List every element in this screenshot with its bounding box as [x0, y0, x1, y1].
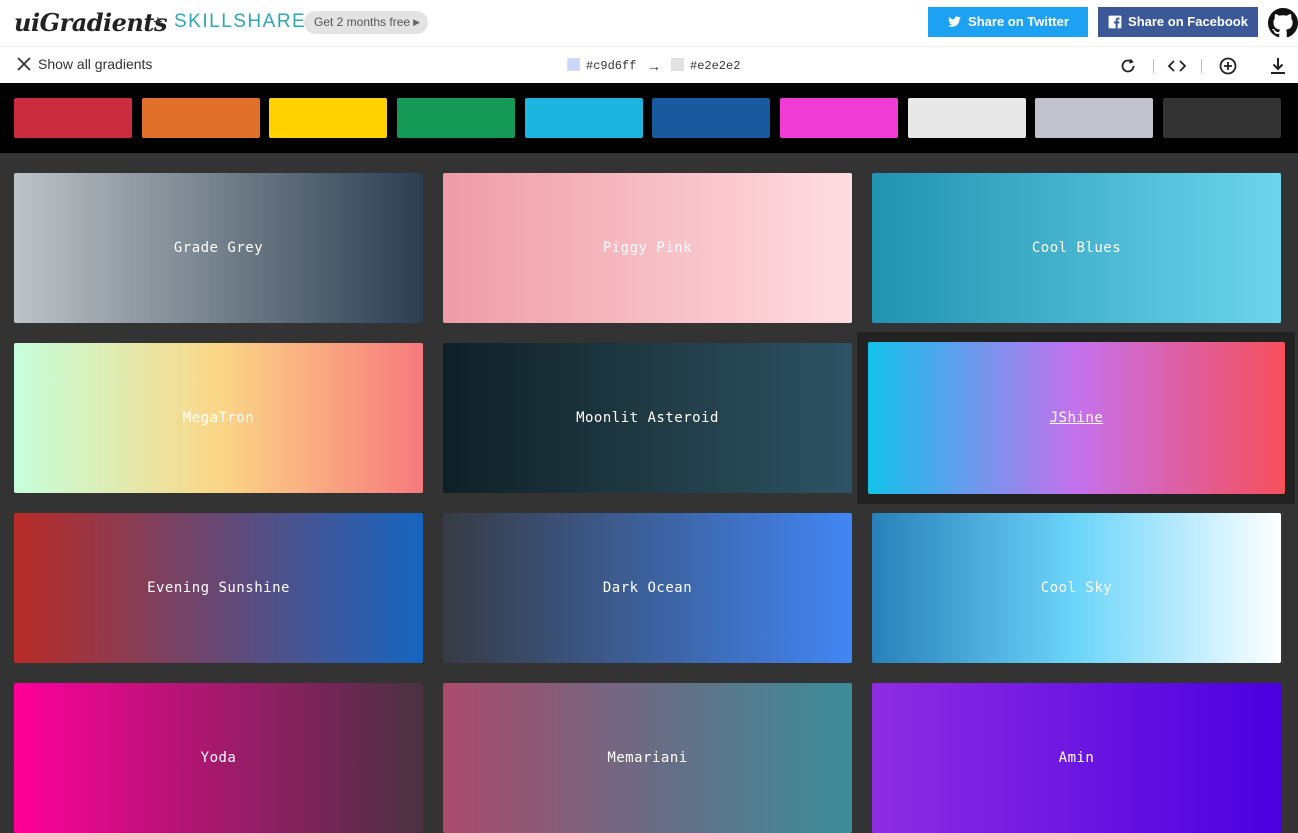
color-filter-palette	[0, 83, 1298, 153]
code-icon[interactable]	[1167, 56, 1187, 76]
github-icon[interactable]	[1268, 8, 1298, 38]
color-filter-swatch[interactable]	[525, 98, 643, 138]
color-from-swatch	[567, 58, 580, 71]
gradient-name: MegaTron	[182, 410, 255, 426]
gradient-card[interactable]: MegaTron	[14, 343, 423, 493]
gradient-name: Moonlit Asteroid	[576, 410, 719, 426]
gradient-name: Evening Sunshine	[147, 580, 290, 596]
color-to-hex[interactable]: #e2e2e2	[671, 58, 740, 73]
color-filter-swatch[interactable]	[142, 98, 260, 138]
gradient-name: Memariani	[607, 750, 688, 766]
gradient-name: Amin	[1058, 750, 1095, 766]
color-filter-swatch[interactable]	[14, 98, 132, 138]
gradient-name: Yoda	[200, 750, 237, 766]
promo-button[interactable]: Get 2 months free ▶	[304, 11, 428, 34]
rotate-icon[interactable]	[1118, 56, 1138, 76]
gradient-name: Cool Blues	[1031, 240, 1122, 256]
share-facebook-label: Share on Facebook	[1128, 14, 1248, 29]
gradient-card[interactable]: Amin	[872, 683, 1281, 833]
color-filter-swatch[interactable]	[908, 98, 1026, 138]
color-from-value: #c9d6ff	[586, 59, 637, 73]
add-gradient-icon[interactable]	[1218, 56, 1238, 76]
plus-sign: +	[153, 12, 163, 31]
show-all-label: Show all gradients	[38, 56, 153, 72]
skillshare-logo[interactable]: SKILLSHARE	[174, 11, 306, 33]
gradient-card[interactable]: Piggy Pink	[443, 173, 852, 323]
share-facebook-button[interactable]: Share on Facebook	[1098, 7, 1258, 37]
chevron-right-icon: ▶	[413, 17, 420, 27]
color-to-value: #e2e2e2	[690, 59, 741, 73]
gradient-name: Grade Grey	[173, 240, 264, 256]
download-icon[interactable]	[1268, 56, 1288, 76]
close-icon	[17, 57, 31, 71]
uigradients-logo[interactable]: uiGradients	[14, 8, 167, 37]
color-filter-swatch[interactable]	[780, 98, 898, 138]
gradient-name: Cool Sky	[1040, 580, 1113, 596]
share-twitter-button[interactable]: Share on Twitter	[928, 7, 1088, 37]
toolbar-divider	[1153, 59, 1154, 73]
twitter-icon	[948, 16, 961, 27]
share-twitter-label: Share on Twitter	[968, 14, 1069, 29]
gradient-name: Dark Ocean	[602, 580, 693, 596]
gradient-card[interactable]: Memariani	[443, 683, 852, 833]
color-to-swatch	[671, 58, 684, 71]
gradient-card[interactable]: Grade Grey	[14, 173, 423, 323]
action-bar: Show all gradients #c9d6ff → #e2e2e2	[0, 46, 1298, 83]
gradient-card[interactable]: Cool Sky	[872, 513, 1281, 663]
color-from-hex[interactable]: #c9d6ff	[567, 58, 636, 73]
color-filter-swatch[interactable]	[269, 98, 387, 138]
gradient-card[interactable]: Dark Ocean	[443, 513, 852, 663]
gradient-card-selected[interactable]: JShine	[868, 342, 1285, 494]
toolbar-divider	[1201, 59, 1202, 73]
gradient-card[interactable]: Moonlit Asteroid	[443, 343, 852, 493]
gradient-card[interactable]: Yoda	[14, 683, 423, 833]
color-filter-swatch[interactable]	[397, 98, 515, 138]
arrow-right-icon: →	[647, 58, 661, 74]
color-filter-swatch[interactable]	[652, 98, 770, 138]
gradient-card[interactable]: Cool Blues	[872, 173, 1281, 323]
facebook-icon	[1108, 15, 1122, 29]
color-filter-swatch[interactable]	[1163, 98, 1281, 138]
gradient-card[interactable]: Evening Sunshine	[14, 513, 423, 663]
top-bar: uiGradients + SKILLSHARE Get 2 months fr…	[0, 0, 1298, 46]
promo-label: Get 2 months free	[314, 15, 411, 29]
gradient-name-link[interactable]: JShine	[1050, 410, 1104, 426]
color-filter-swatch[interactable]	[1035, 98, 1153, 138]
show-all-gradients-button[interactable]: Show all gradients	[16, 56, 152, 72]
gradient-name: Piggy Pink	[602, 240, 693, 256]
